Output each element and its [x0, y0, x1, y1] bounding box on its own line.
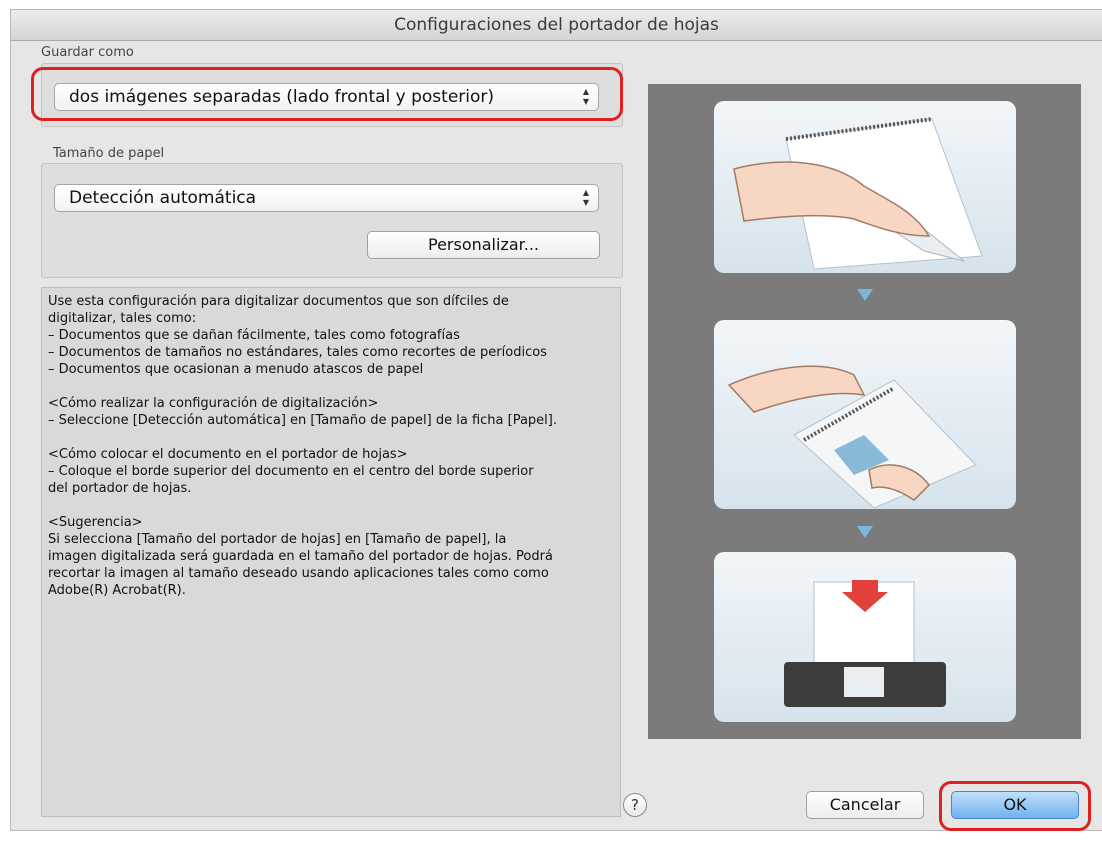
ok-highlight — [939, 781, 1091, 831]
step-arrow-icon — [857, 289, 873, 301]
cancel-button[interactable]: Cancelar — [806, 791, 924, 819]
step-arrow-icon — [857, 526, 873, 538]
up-down-arrows-icon: ▲ ▼ — [582, 188, 590, 207]
description-placement: <Cómo colocar el documento en el portado… — [48, 447, 534, 496]
paper-size-group — [41, 163, 623, 278]
save-as-label: Guardar como — [41, 45, 134, 60]
carrier-sheet-settings-dialog: Configuraciones del portador de hojas Gu… — [10, 9, 1102, 831]
illustration-step-3 — [714, 552, 1016, 722]
instruction-illustration — [648, 84, 1081, 739]
paper-size-selected-value: Detección automática — [69, 188, 257, 208]
description-tip: <Sugerencia> Si selecciona [Tamaño del p… — [48, 515, 553, 598]
illustration-step-2 — [714, 320, 1016, 509]
illustration-step-1 — [714, 101, 1016, 273]
description-scan-settings: <Cómo realizar la configuración de digit… — [48, 396, 557, 428]
help-button[interactable]: ? — [623, 793, 647, 817]
paper-size-label: Tamaño de papel — [53, 146, 165, 161]
save-as-highlight — [31, 67, 623, 121]
paper-size-select[interactable]: Detección automática ▲ ▼ — [54, 184, 599, 212]
window-title: Configuraciones del portador de hojas — [11, 10, 1102, 41]
description-intro: Use esta configuración para digitalizar … — [48, 294, 547, 377]
description-text-area: Use esta configuración para digitalizar … — [41, 287, 621, 817]
customize-button[interactable]: Personalizar... — [367, 231, 600, 259]
